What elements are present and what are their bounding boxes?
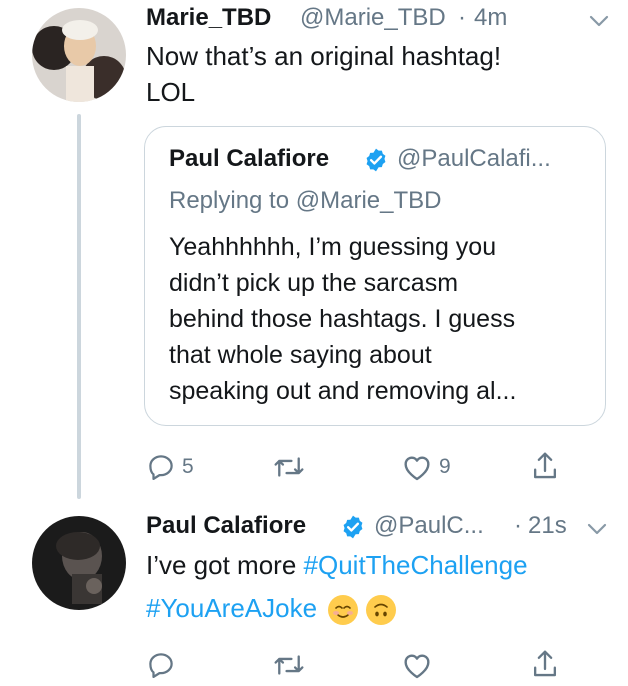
like-icon — [404, 456, 430, 481]
quote-replying-prefix: Replying to — [169, 187, 290, 214]
quote-text-line1: Yeahhhhhh, I’m guessing you — [169, 233, 497, 261]
quote-text-line5: speaking out and removing al... — [169, 377, 517, 405]
tweet2-like-button[interactable] — [401, 650, 433, 680]
quote-text-line3: behind those hashtags. I guess — [169, 305, 516, 333]
share-icon — [533, 650, 557, 677]
tweet2-share-button[interactable] — [531, 648, 559, 680]
quote-replying-to: Replying to @Marie_TBD — [169, 187, 441, 215]
tweet1-like-button[interactable]: 9 — [401, 452, 451, 482]
quote-author-name: Paul Calafiore — [169, 145, 330, 172]
tweet1-reply-button[interactable]: 5 — [146, 452, 194, 482]
thread-connector-line — [77, 114, 81, 499]
tweet2-text-line2: #YouAreAJoke — [146, 590, 396, 626]
tweet1-retweet-button[interactable] — [272, 452, 306, 482]
upside-down-face-emoji — [365, 595, 396, 626]
tweet2-timestamp[interactable]: 21s — [528, 512, 567, 540]
hashtag-youareajoke[interactable]: #YouAreAJoke — [146, 593, 317, 623]
quote-replying-handle[interactable]: @Marie_TBD — [296, 187, 442, 214]
tweet1-timestamp[interactable]: 4m — [474, 4, 507, 32]
quote-text-line4: that whole saying about — [169, 341, 432, 369]
quote-text-line2: didn’t pick up the sarcasm — [169, 269, 459, 297]
tweet1-author-handle[interactable]: @Marie_TBD — [300, 4, 446, 32]
chevron-down-icon[interactable] — [586, 8, 612, 34]
verified-badge-icon — [363, 147, 389, 173]
tweet2-retweet-button[interactable] — [272, 650, 306, 680]
share-icon — [533, 452, 557, 479]
relieved-face-emoji — [328, 595, 359, 626]
tweet1-separator-dot: · — [458, 4, 466, 31]
tweet2-text-prefix: I’ve got more — [146, 550, 297, 580]
tweet2-separator-dot: · — [514, 512, 522, 539]
avatar-paul[interactable] — [32, 516, 126, 610]
avatar-marie[interactable] — [32, 8, 126, 102]
tweet1-like-count: 9 — [439, 455, 451, 478]
hashtag-quitthechallenge[interactable]: #QuitTheChallenge — [304, 550, 528, 580]
tweet1-text-line1: Now that’s an original hashtag! — [146, 41, 502, 71]
quoted-tweet-card[interactable]: Paul Calafiore @PaulCalafi... Replying t… — [144, 126, 606, 426]
tweet1-text-line2: LOL — [146, 77, 196, 107]
tweet1-author-name[interactable]: Marie_TBD — [146, 4, 271, 32]
retweet-icon — [274, 655, 304, 675]
tweet2-reply-button[interactable] — [146, 650, 176, 680]
reply-icon — [149, 653, 173, 678]
retweet-icon — [274, 457, 304, 477]
tweet1-share-button[interactable] — [531, 450, 559, 482]
like-icon — [404, 654, 430, 679]
quote-author-handle: @PaulCalafi... — [397, 145, 551, 172]
chevron-down-icon[interactable] — [584, 516, 610, 542]
tweet2-text-line1: I’ve got more #QuitTheChallenge — [146, 547, 528, 583]
verified-badge-icon — [340, 514, 366, 540]
tweet1-reply-count: 5 — [182, 455, 194, 478]
tweet2-author-handle[interactable]: @PaulC... — [374, 512, 484, 540]
tweet2-author-name[interactable]: Paul Calafiore — [146, 512, 306, 540]
reply-icon — [149, 455, 173, 480]
